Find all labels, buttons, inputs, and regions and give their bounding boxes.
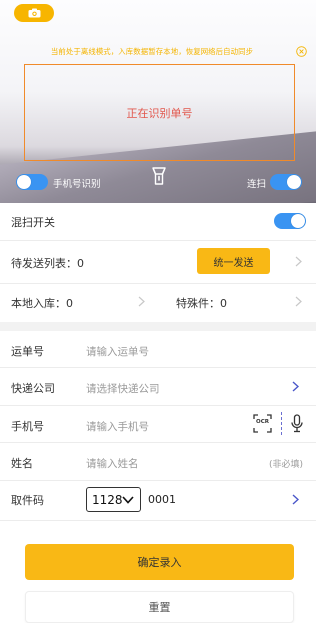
name-input[interactable]: 请输入姓名	[86, 456, 139, 471]
phone-input[interactable]: 请输入手机号	[86, 419, 149, 434]
camera-button[interactable]	[14, 4, 54, 22]
offline-notice: 当前处于离线模式，入库数据暂存本地，恢复网络后自动同步	[50, 47, 254, 56]
divider	[0, 405, 316, 406]
ocr-scan-button[interactable]: OCR	[253, 414, 272, 433]
camera-preview: 当前处于离线模式，入库数据暂存本地，恢复网络后自动同步 正在识别单号 手机号识别…	[0, 0, 316, 203]
chevron-down-icon	[122, 496, 134, 504]
courier-select[interactable]: 请选择快递公司	[86, 381, 160, 396]
toggle-knob	[17, 175, 31, 189]
waybill-input[interactable]: 请输入运单号	[86, 344, 149, 359]
chevron-right-icon[interactable]	[292, 494, 299, 505]
pending-list-label: 待发送列表：0	[11, 257, 84, 270]
mixed-scan-label: 混扫开关	[11, 216, 55, 229]
waybill-label: 运单号	[11, 345, 44, 358]
phone-recognition-toggle[interactable]	[16, 174, 48, 190]
divider	[0, 480, 316, 481]
chevron-right-icon[interactable]	[295, 296, 302, 307]
pickup-code-label: 取件码	[11, 494, 44, 507]
divider	[0, 520, 316, 521]
divider	[0, 240, 316, 241]
pickup-number[interactable]: 0001	[148, 493, 176, 506]
continuous-scan-toggle[interactable]	[270, 174, 302, 190]
mixed-scan-toggle[interactable]	[274, 213, 306, 229]
chevron-right-icon[interactable]	[292, 381, 299, 392]
divider	[0, 442, 316, 443]
flashlight-icon[interactable]	[147, 164, 171, 188]
close-icon[interactable]	[296, 46, 307, 57]
divider	[0, 283, 316, 284]
microphone-icon[interactable]	[291, 414, 303, 433]
scan-frame: 正在识别单号	[24, 64, 295, 161]
divider	[0, 367, 316, 368]
phone-label: 手机号	[11, 420, 44, 433]
name-optional-hint: (非必填)	[269, 460, 304, 470]
name-label: 姓名	[11, 457, 33, 470]
toggle-knob	[291, 214, 305, 228]
pickup-prefix-select[interactable]: 1128	[86, 487, 141, 512]
batch-send-button[interactable]: 统一发送	[197, 248, 270, 274]
phone-recognition-label: 手机号识别	[53, 179, 101, 190]
chevron-right-icon[interactable]	[138, 296, 145, 307]
ocr-icon-text: OCR	[256, 419, 269, 425]
chevron-right-icon[interactable]	[295, 256, 302, 267]
local-inbound-count[interactable]: 本地入库：0	[11, 295, 73, 311]
section-separator	[0, 322, 316, 331]
continuous-scan-label: 连扫	[247, 179, 267, 190]
pickup-prefix-value: 1128	[92, 492, 123, 507]
scan-status-text: 正在识别单号	[126, 106, 193, 120]
special-items-count[interactable]: 特殊件：0	[176, 295, 227, 311]
confirm-button[interactable]: 确定录入	[25, 544, 294, 580]
toggle-knob	[287, 175, 301, 189]
camera-icon	[28, 8, 40, 18]
reset-button[interactable]: 重置	[25, 591, 294, 623]
courier-label: 快递公司	[11, 382, 55, 395]
vertical-divider	[281, 412, 282, 435]
